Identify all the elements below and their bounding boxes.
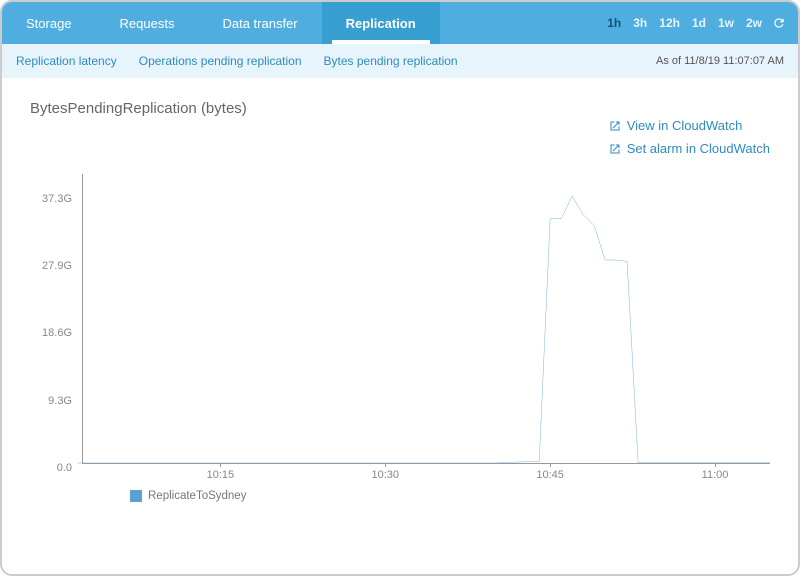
x-tick: 10:15 bbox=[207, 469, 235, 481]
chart-title: BytesPendingReplication (bytes) bbox=[30, 100, 247, 117]
plot-wrap: 0.0 9.3G 18.6G 27.9G 37.3G 10:15 10:30 1… bbox=[30, 174, 770, 502]
subtab-ops-pending[interactable]: Operations pending replication bbox=[139, 54, 302, 68]
y-axis: 0.0 9.3G 18.6G 27.9G 37.3G bbox=[30, 174, 78, 480]
x-tick: 11:00 bbox=[702, 469, 729, 481]
y-tick: 27.9G bbox=[42, 260, 72, 272]
plot: 10:15 10:30 10:45 11:00 bbox=[82, 174, 770, 464]
set-alarm-link[interactable]: Set alarm in CloudWatch bbox=[609, 141, 770, 156]
tab-data-transfer[interactable]: Data transfer bbox=[198, 2, 321, 44]
main-tabs: Storage Requests Data transfer Replicati… bbox=[2, 2, 440, 44]
range-1w[interactable]: 1w bbox=[716, 16, 736, 30]
range-12h[interactable]: 12h bbox=[657, 16, 682, 30]
legend-label: ReplicateToSydney bbox=[148, 490, 246, 502]
chart-line bbox=[83, 174, 770, 463]
external-link-icon bbox=[609, 143, 621, 155]
x-tick: 10:30 bbox=[372, 469, 400, 481]
tab-storage[interactable]: Storage bbox=[2, 2, 96, 44]
tab-requests[interactable]: Requests bbox=[96, 2, 199, 44]
chart-header: BytesPendingReplication (bytes) View in … bbox=[30, 100, 770, 156]
range-2w[interactable]: 2w bbox=[744, 16, 764, 30]
chart-area: BytesPendingReplication (bytes) View in … bbox=[2, 78, 798, 506]
range-1d[interactable]: 1d bbox=[690, 16, 708, 30]
as-of-timestamp: As of 11/8/19 11:07:07 AM bbox=[656, 55, 784, 67]
range-3h[interactable]: 3h bbox=[631, 16, 649, 30]
y-tick: 9.3G bbox=[48, 395, 72, 407]
range-1h[interactable]: 1h bbox=[605, 16, 623, 30]
y-tick: 0.0 bbox=[57, 462, 72, 474]
view-in-cloudwatch-label: View in CloudWatch bbox=[627, 118, 743, 133]
view-in-cloudwatch-link[interactable]: View in CloudWatch bbox=[609, 118, 770, 133]
app-frame: Storage Requests Data transfer Replicati… bbox=[0, 0, 800, 576]
tab-replication[interactable]: Replication bbox=[322, 2, 440, 44]
top-bar: Storage Requests Data transfer Replicati… bbox=[2, 2, 798, 44]
legend-swatch bbox=[130, 490, 142, 502]
subtab-latency[interactable]: Replication latency bbox=[16, 54, 117, 68]
y-tick: 37.3G bbox=[42, 193, 72, 205]
y-tick: 18.6G bbox=[42, 327, 72, 339]
set-alarm-label: Set alarm in CloudWatch bbox=[627, 141, 770, 156]
chart-legend: ReplicateToSydney bbox=[130, 490, 770, 502]
time-range-group: 1h 3h 12h 1d 1w 2w bbox=[605, 2, 798, 44]
x-tick: 10:45 bbox=[536, 469, 564, 481]
subtab-bytes-pending[interactable]: Bytes pending replication bbox=[324, 54, 458, 68]
external-link-icon bbox=[609, 120, 621, 132]
refresh-icon[interactable] bbox=[772, 16, 786, 30]
chart-links: View in CloudWatch Set alarm in CloudWat… bbox=[609, 118, 770, 156]
sub-tab-bar: Replication latency Operations pending r… bbox=[2, 44, 798, 78]
